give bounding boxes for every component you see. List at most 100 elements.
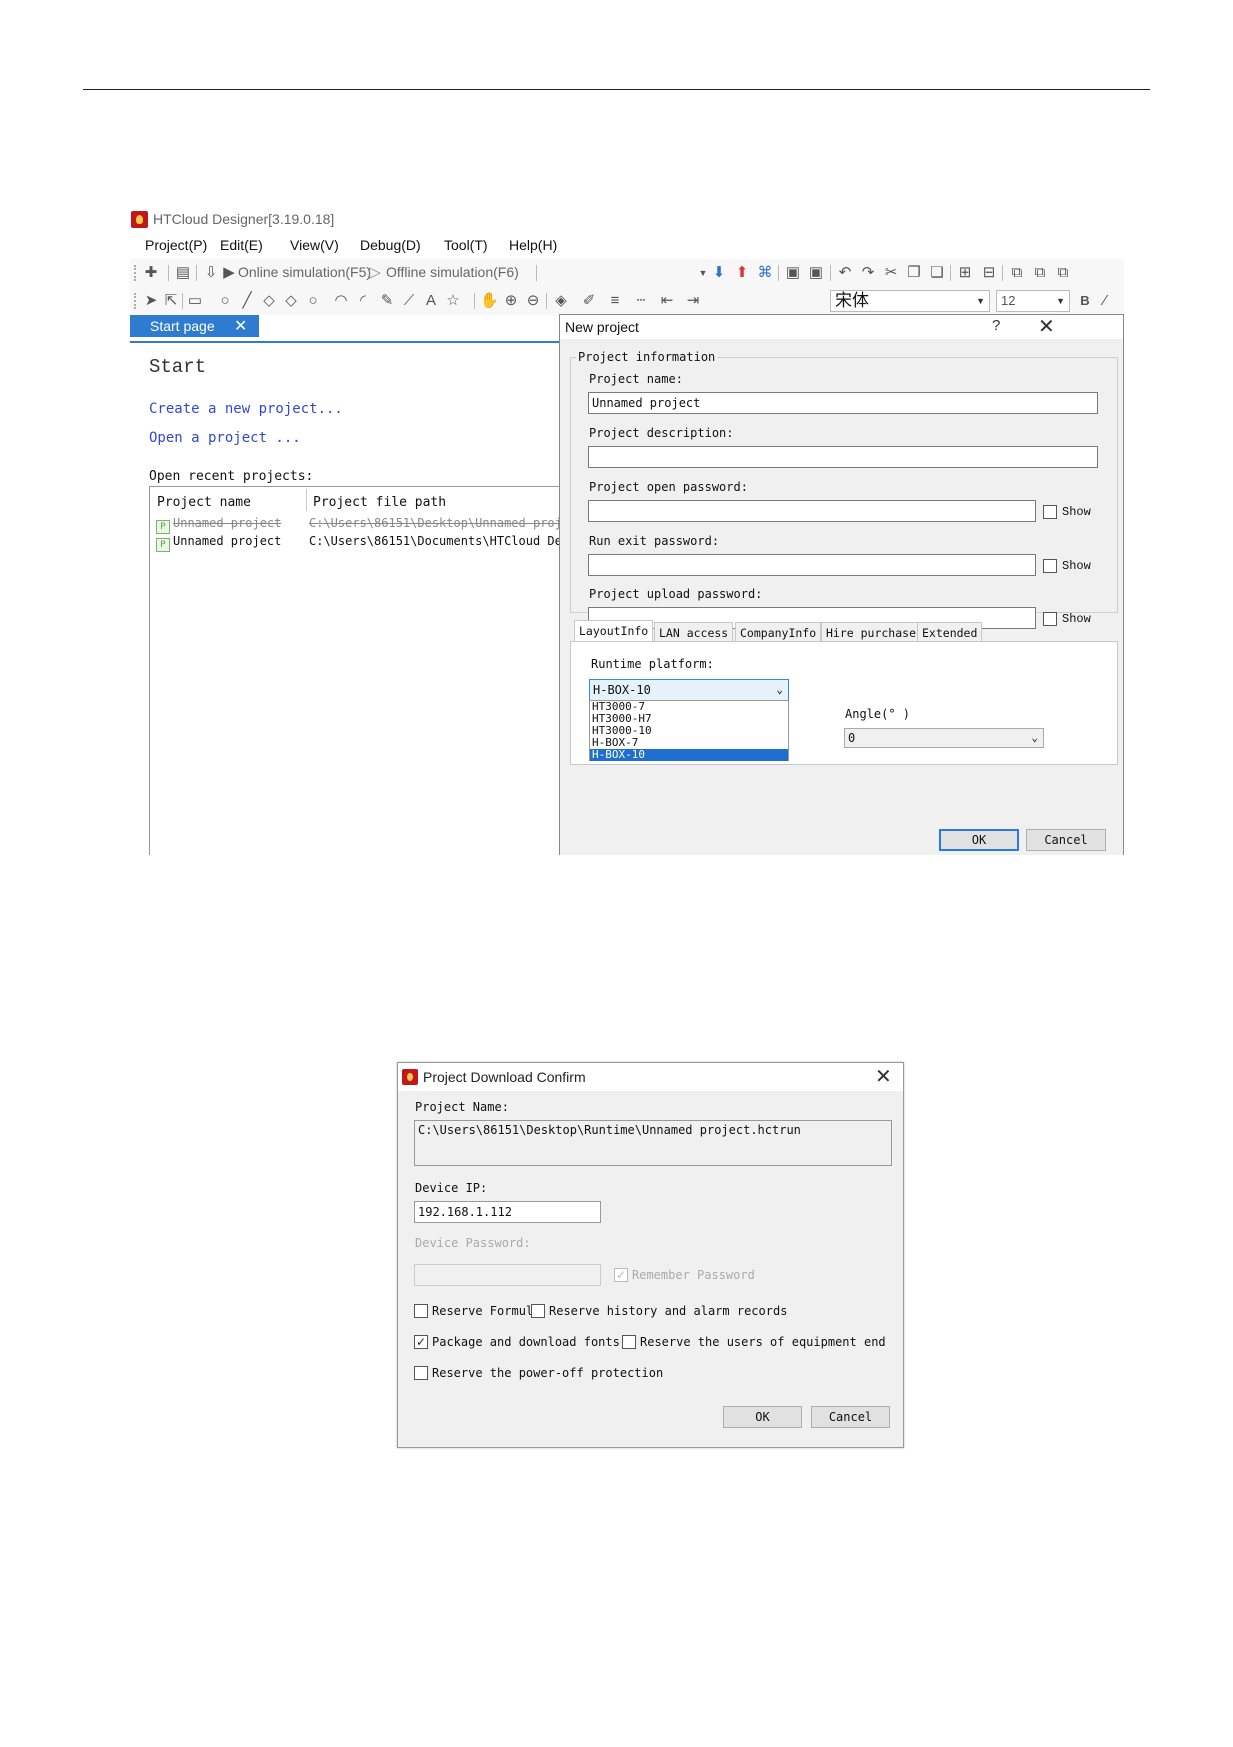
show-open-password-checkbox[interactable] bbox=[1043, 505, 1057, 519]
arc-icon[interactable]: ◠ bbox=[332, 292, 350, 310]
screen-icon[interactable]: ▣ bbox=[784, 264, 802, 282]
toolbar-grip[interactable] bbox=[134, 293, 136, 309]
column-header-name[interactable]: Project name bbox=[157, 495, 251, 510]
pan-hand-icon[interactable]: ✋ bbox=[480, 292, 499, 310]
select-arrow-icon[interactable]: ➤ bbox=[142, 292, 160, 310]
arrow-start-icon[interactable]: ⇤ bbox=[658, 292, 676, 310]
window-icon[interactable]: ▣ bbox=[807, 264, 825, 282]
font-family-combo[interactable]: 宋体 ▼ bbox=[830, 290, 990, 312]
save-icon[interactable]: ▤ bbox=[174, 264, 192, 282]
tab-company-info[interactable]: CompanyInfo bbox=[735, 622, 822, 642]
font-size-combo[interactable]: 12 ▼ bbox=[996, 290, 1070, 312]
fill-color-icon[interactable]: ◈ bbox=[552, 292, 570, 310]
tab-start-page[interactable]: Start page ✕ bbox=[130, 315, 259, 337]
cancel-button[interactable]: Cancel bbox=[1026, 829, 1106, 851]
cancel-button[interactable]: Cancel bbox=[811, 1406, 890, 1428]
diamond-icon[interactable]: ◇ bbox=[260, 292, 278, 310]
package-fonts-checkbox[interactable]: ✓ bbox=[414, 1335, 428, 1349]
send-back-icon[interactable]: ⧉ bbox=[1031, 264, 1049, 282]
reserve-users-checkbox[interactable] bbox=[622, 1335, 636, 1349]
group-icon[interactable]: ⊞ bbox=[956, 264, 974, 282]
bold-button[interactable]: B bbox=[1076, 292, 1094, 310]
copy-icon[interactable]: ❐ bbox=[905, 264, 923, 282]
layout-info-panel: Runtime platform: H-BOX-10 ⌄ HT3000-7 HT… bbox=[570, 641, 1118, 765]
column-header-path[interactable]: Project file path bbox=[313, 495, 446, 510]
arrow-end-icon[interactable]: ⇥ bbox=[684, 292, 702, 310]
create-project-link[interactable]: Create a new project... bbox=[149, 401, 343, 417]
online-sim-play-icon[interactable]: ▶ bbox=[220, 264, 238, 282]
device-ip-input[interactable]: 192.168.1.112 bbox=[414, 1201, 601, 1223]
menu-tool[interactable]: Tool(T) bbox=[444, 237, 488, 253]
project-path-cell: C:\Users\86151\Desktop\Unnamed projec bbox=[309, 516, 577, 530]
text-icon[interactable]: A bbox=[422, 292, 440, 310]
remember-password-checkbox[interactable]: ✓ bbox=[614, 1268, 628, 1282]
zoom-out-icon[interactable]: ⊖ bbox=[524, 292, 542, 310]
ok-button[interactable]: OK bbox=[723, 1406, 802, 1428]
show-run-exit-password-checkbox[interactable] bbox=[1043, 559, 1057, 573]
tab-lan-access[interactable]: LAN access bbox=[654, 622, 734, 642]
tab-hire-purchase[interactable]: Hire purchase bbox=[821, 622, 922, 642]
bring-front-icon[interactable]: ⧉ bbox=[1008, 264, 1026, 282]
line-color-icon[interactable]: ✐ bbox=[580, 292, 598, 310]
layer-icon[interactable]: ⧉ bbox=[1054, 264, 1072, 282]
open-password-input[interactable] bbox=[588, 500, 1036, 522]
ok-button[interactable]: OK bbox=[939, 829, 1019, 851]
upload-icon[interactable]: ⬆ bbox=[733, 264, 751, 282]
close-icon[interactable]: ✕ bbox=[1038, 314, 1055, 339]
device-icon[interactable]: ⌘ bbox=[756, 264, 774, 282]
pointer-icon[interactable]: ⇱ bbox=[162, 292, 180, 310]
close-icon[interactable]: ✕ bbox=[234, 316, 247, 336]
close-icon[interactable]: ✕ bbox=[875, 1064, 892, 1089]
cut-icon[interactable]: ✂ bbox=[882, 264, 900, 282]
device-password-input[interactable] bbox=[414, 1264, 601, 1286]
star-icon[interactable]: ☆ bbox=[444, 292, 462, 310]
table-row[interactable]: P Unnamed project C:\Users\86151\Desktop\U… bbox=[156, 516, 576, 534]
circle-icon[interactable]: ○ bbox=[216, 292, 234, 310]
reserve-power-off-checkbox[interactable] bbox=[414, 1366, 428, 1380]
line-icon[interactable]: ╱ bbox=[238, 292, 256, 310]
menu-debug[interactable]: Debug(D) bbox=[360, 237, 421, 253]
menu-view[interactable]: View(V) bbox=[290, 237, 339, 253]
reserve-formula-checkbox[interactable] bbox=[414, 1304, 428, 1318]
paste-icon[interactable]: ❏ bbox=[928, 264, 946, 282]
help-icon[interactable]: ? bbox=[992, 317, 1000, 334]
line-style-icon[interactable]: ┄ bbox=[632, 292, 650, 310]
menu-edit[interactable]: Edit(E) bbox=[220, 237, 263, 253]
pen-icon[interactable]: ✎ bbox=[378, 292, 396, 310]
freehand-icon[interactable]: ⟋ bbox=[400, 292, 418, 310]
tab-layout-info[interactable]: LayoutInfo bbox=[574, 620, 654, 643]
polygon-icon[interactable]: ◇ bbox=[282, 292, 300, 310]
angle-select[interactable]: 0 ⌄ bbox=[844, 728, 1044, 748]
menu-project[interactable]: Project(P) bbox=[145, 237, 207, 253]
compile-icon[interactable]: ⇩ bbox=[202, 264, 220, 282]
italic-icon[interactable]: ⁄ bbox=[1096, 292, 1114, 310]
zoom-in-icon[interactable]: ⊕ bbox=[502, 292, 520, 310]
group-title: Project information bbox=[576, 350, 718, 364]
menu-help[interactable]: Help(H) bbox=[509, 237, 557, 253]
tab-extended[interactable]: Extended bbox=[917, 622, 983, 642]
download-icon[interactable]: ⬇ bbox=[710, 264, 728, 282]
project-name-field[interactable]: C:\Users\86151\Desktop\Runtime\Unnamed p… bbox=[414, 1120, 892, 1166]
curve-icon[interactable]: ◜ bbox=[354, 292, 372, 310]
open-project-link[interactable]: Open a project ... bbox=[149, 430, 301, 446]
ellipse-icon[interactable]: ○ bbox=[304, 292, 322, 310]
redo-icon[interactable]: ↷ bbox=[859, 264, 877, 282]
add-icon[interactable]: ✚ bbox=[142, 264, 160, 282]
rectangle-icon[interactable]: ▭ bbox=[186, 292, 204, 310]
offline-simulation-button[interactable]: Offline simulation(F6) bbox=[386, 264, 519, 280]
run-exit-password-input[interactable] bbox=[588, 554, 1036, 576]
project-name-input[interactable]: Unnamed project bbox=[588, 392, 1098, 414]
project-file-icon: P bbox=[156, 520, 170, 534]
toolbar-grip[interactable] bbox=[134, 265, 136, 281]
reserve-history-checkbox[interactable] bbox=[531, 1304, 545, 1318]
drawing-toolbar: ➤ ⇱ ▭ ○ ╱ ◇ ◇ ○ ◠ ◜ ✎ ⟋ A ☆ ✋ ⊕ ⊖ ◈ ✐ ≡ … bbox=[130, 287, 1124, 315]
online-simulation-button[interactable]: Online simulation(F5) bbox=[238, 264, 371, 280]
ungroup-icon[interactable]: ⊟ bbox=[980, 264, 998, 282]
runtime-option-selected[interactable]: H-BOX-10 bbox=[590, 749, 788, 761]
undo-icon[interactable]: ↶ bbox=[836, 264, 854, 282]
project-description-input[interactable] bbox=[588, 446, 1098, 468]
line-width-icon[interactable]: ≡ bbox=[606, 292, 624, 310]
runtime-platform-select[interactable]: H-BOX-10 ⌄ bbox=[589, 679, 789, 701]
table-row[interactable]: P Unnamed project C:\Users\86151\Documents… bbox=[156, 534, 576, 552]
offline-sim-play-icon[interactable]: ▷ bbox=[366, 264, 384, 282]
